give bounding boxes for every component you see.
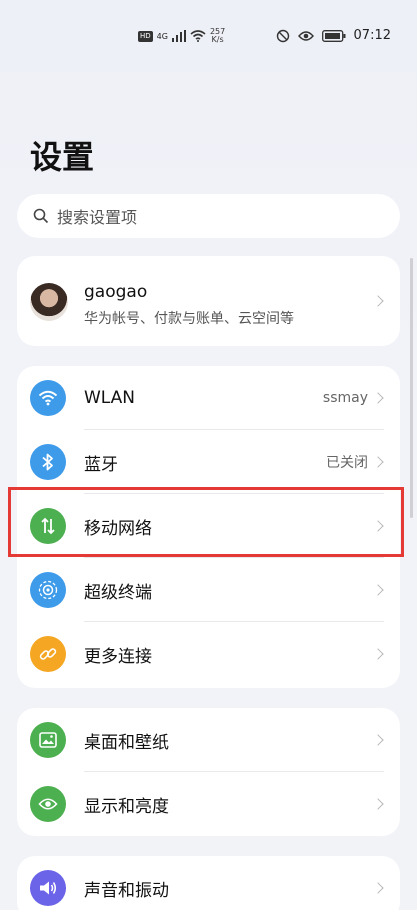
bluetooth-value: 已关闭 bbox=[326, 455, 368, 471]
profile-subtitle: 华为帐号、付款与账单、云空间等 bbox=[84, 311, 294, 327]
chevron-right-icon bbox=[372, 456, 384, 468]
chevron-right-icon bbox=[372, 295, 384, 307]
settings-item-display-brightness[interactable]: 显示和亮度 bbox=[17, 772, 400, 836]
network-speed: 257 K/s bbox=[210, 28, 225, 44]
chevron-right-icon bbox=[372, 584, 384, 596]
display-brightness-label: 显示和亮度 bbox=[84, 796, 169, 817]
wifi-icon bbox=[30, 380, 66, 416]
wifi-status-icon bbox=[190, 30, 206, 42]
search-icon bbox=[33, 208, 49, 224]
wlan-label: WLAN bbox=[84, 388, 136, 408]
sound-vibration-label: 声音和振动 bbox=[84, 880, 169, 901]
battery-icon bbox=[321, 29, 346, 42]
page-title: 设置 bbox=[30, 138, 95, 176]
search-placeholder: 搜索设置项 bbox=[57, 208, 138, 227]
eye-comfort-icon bbox=[297, 30, 314, 41]
chevron-right-icon bbox=[372, 648, 384, 660]
display-card: 桌面和壁纸 显示和亮度 bbox=[17, 708, 400, 836]
link-icon bbox=[30, 636, 66, 672]
wlan-value: ssmay bbox=[322, 390, 368, 406]
profile-card[interactable]: gaogao 华为帐号、付款与账单、云空间等 bbox=[17, 256, 400, 346]
super-device-label: 超级终端 bbox=[84, 582, 152, 603]
status-right: 07:12 bbox=[276, 28, 391, 43]
signal-prefix: 4G bbox=[156, 31, 168, 41]
eye-icon bbox=[30, 786, 66, 822]
bluetooth-label: 蓝牙 bbox=[84, 454, 118, 475]
settings-item-wlan[interactable]: WLAN ssmay bbox=[17, 366, 400, 430]
scrollbar[interactable] bbox=[410, 258, 413, 518]
settings-item-sound-vibration[interactable]: 声音和振动 bbox=[17, 856, 400, 910]
more-connections-label: 更多连接 bbox=[84, 646, 152, 667]
settings-item-more-connections[interactable]: 更多连接 bbox=[17, 622, 400, 686]
highlight-box bbox=[8, 487, 404, 557]
wallpaper-icon bbox=[30, 722, 66, 758]
cellular-signal-icon bbox=[171, 30, 186, 42]
status-left: HD 4G 257 K/s bbox=[138, 28, 225, 44]
search-bar[interactable]: 搜索设置项 bbox=[17, 194, 400, 238]
settings-item-super-device[interactable]: 超级终端 bbox=[17, 558, 400, 622]
chevron-right-icon bbox=[372, 882, 384, 894]
dnd-icon bbox=[276, 29, 289, 42]
home-wallpaper-label: 桌面和壁纸 bbox=[84, 732, 169, 753]
profile-name: gaogao bbox=[84, 282, 148, 302]
clock: 07:12 bbox=[353, 28, 391, 43]
status-bar: HD 4G 257 K/s 07:12 bbox=[0, 0, 417, 76]
settings-item-home-wallpaper[interactable]: 桌面和壁纸 bbox=[17, 708, 400, 772]
chevron-right-icon bbox=[372, 798, 384, 810]
hd-badge: HD bbox=[138, 30, 153, 42]
bluetooth-icon bbox=[30, 444, 66, 480]
chevron-right-icon bbox=[372, 392, 384, 404]
profile-row[interactable]: gaogao 华为帐号、付款与账单、云空间等 bbox=[17, 256, 400, 346]
speaker-icon bbox=[30, 870, 66, 906]
avatar bbox=[30, 283, 68, 321]
super-device-icon bbox=[30, 572, 66, 608]
sound-card: 声音和振动 bbox=[17, 856, 400, 910]
chevron-right-icon bbox=[372, 734, 384, 746]
settings-item-bluetooth[interactable]: 蓝牙 已关闭 bbox=[17, 430, 400, 494]
speed-unit: K/s bbox=[211, 35, 224, 44]
